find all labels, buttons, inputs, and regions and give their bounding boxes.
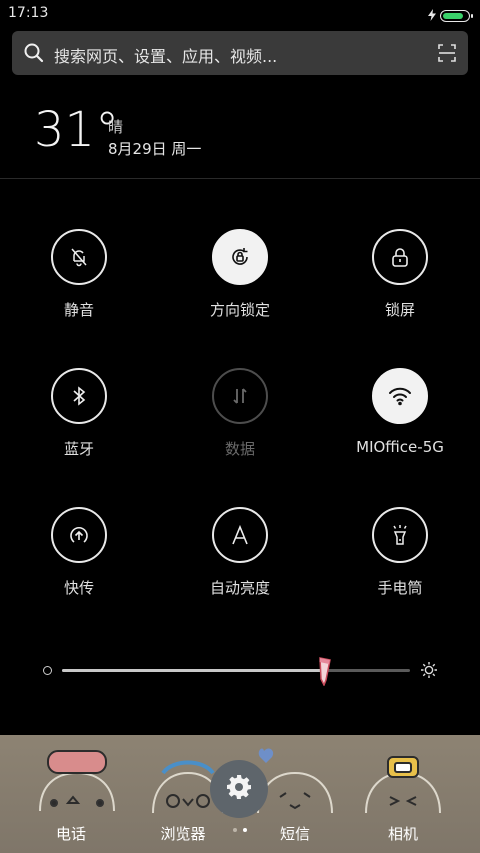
toggle-flashlight[interactable]: 手电筒 — [320, 507, 480, 598]
toggle-mobile-data[interactable]: 数据 — [160, 368, 320, 459]
brightness-low-icon — [43, 666, 52, 675]
toggle-wifi[interactable]: MIOffice-5G — [320, 368, 480, 456]
toggle-label: 蓝牙 — [63, 440, 94, 458]
toggle-label: 自动亮度 — [209, 579, 270, 597]
status-bar: 17:13 — [0, 0, 480, 28]
weather-widget[interactable]: 31° 晴 8月29日 周一 — [0, 92, 480, 178]
brightness-fill — [62, 669, 323, 672]
bluetooth-icon — [51, 368, 107, 424]
status-time: 17:13 — [8, 5, 49, 21]
flashlight-icon — [372, 507, 428, 563]
temperature: 31° — [34, 102, 120, 158]
brightness-track[interactable] — [62, 669, 410, 672]
toggle-label: 数据 — [224, 440, 255, 458]
toggle-rotation-lock[interactable]: 方向锁定 — [160, 229, 320, 320]
search-bar[interactable]: 搜索网页、设置、应用、视频... — [12, 31, 468, 75]
dock-label-messages: 短信 — [279, 825, 310, 843]
bell-off-icon — [51, 229, 107, 285]
toggle-label: 快传 — [63, 579, 94, 597]
phone-app-icon[interactable] — [32, 741, 122, 831]
toggle-label: MIOffice-5G — [356, 438, 444, 456]
charging-icon — [428, 6, 436, 25]
search-icon — [24, 43, 44, 67]
toggle-label: 手电筒 — [377, 579, 423, 597]
search-input[interactable]: 搜索网页、设置、应用、视频... — [54, 43, 277, 67]
brightness-thumb-icon[interactable] — [316, 656, 334, 690]
page-dot-active — [243, 828, 247, 832]
dock-label-camera: 相机 — [387, 825, 418, 843]
brightness-slider[interactable] — [0, 650, 480, 690]
gear-icon — [226, 774, 252, 804]
dock-label-browser: 浏览器 — [160, 825, 206, 843]
auto-brightness-icon — [212, 507, 268, 563]
settings-button[interactable] — [210, 760, 268, 818]
toggle-bluetooth[interactable]: 蓝牙 — [0, 368, 159, 459]
page-dot — [233, 828, 237, 832]
toggle-silent[interactable]: 静音 — [0, 229, 159, 320]
share-icon — [51, 507, 107, 563]
date: 8月29日 周一 — [108, 140, 202, 158]
toggle-label: 静音 — [63, 301, 94, 319]
toggle-label: 方向锁定 — [209, 301, 270, 319]
scan-icon[interactable] — [438, 44, 456, 66]
toggle-lock-screen[interactable]: 锁屏 — [320, 229, 480, 320]
toggle-quick-share[interactable]: 快传 — [0, 507, 159, 598]
status-icons — [428, 6, 473, 25]
brightness-high-icon — [420, 661, 438, 683]
weather-condition: 晴 — [108, 118, 124, 136]
data-arrows-icon — [212, 368, 268, 424]
camera-app-icon[interactable] — [358, 741, 448, 831]
rotation-lock-icon — [212, 229, 268, 285]
wifi-icon — [372, 368, 428, 424]
toggle-label: 锁屏 — [384, 301, 415, 319]
toggle-auto-brightness[interactable]: 自动亮度 — [160, 507, 320, 598]
battery-icon — [440, 9, 473, 22]
dock-label-phone: 电话 — [55, 825, 86, 843]
page-indicator — [233, 828, 247, 832]
lock-icon — [372, 229, 428, 285]
